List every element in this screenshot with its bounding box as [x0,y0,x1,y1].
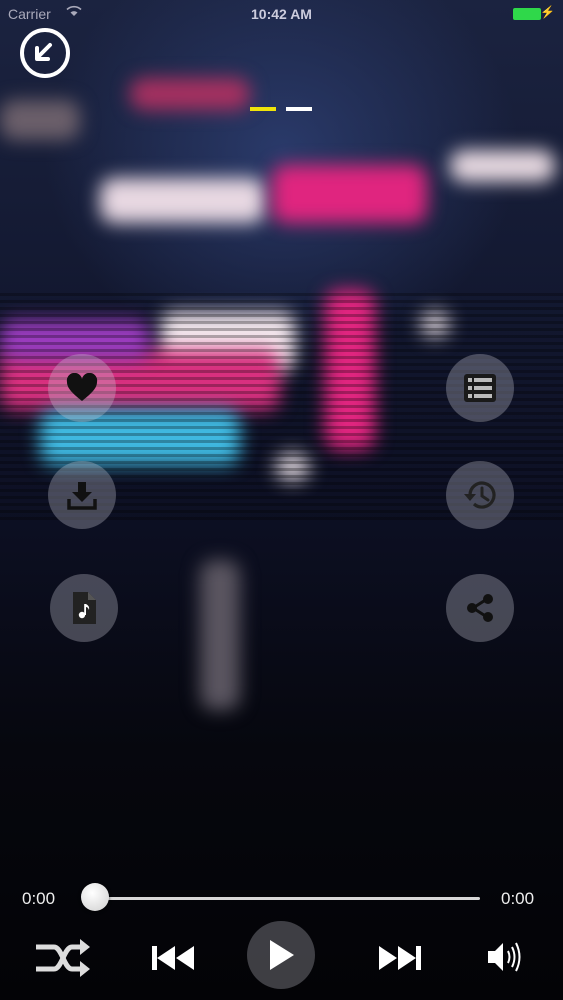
history-icon [464,481,496,509]
play-button[interactable] [247,921,315,989]
previous-track-icon [152,946,194,970]
shuffle-button[interactable] [30,935,94,981]
history-button[interactable] [446,461,514,529]
share-icon [467,594,493,622]
progress-thumb[interactable] [81,883,109,911]
page-indicator [250,107,312,111]
volume-icon [488,942,521,972]
duration-time: 0:00 [501,889,535,908]
playlist-button[interactable] [446,354,514,422]
audio-file-button[interactable] [50,574,118,642]
minimize-icon [35,43,52,61]
volume-button[interactable] [482,934,528,980]
download-icon [67,482,97,510]
share-button[interactable] [446,574,514,642]
elapsed-time: 0:00 [22,889,56,908]
page-dot-active[interactable] [250,107,276,111]
page-dot[interactable] [286,107,312,111]
music-file-icon [73,592,96,624]
next-track-icon [379,946,421,970]
charging-icon: ⚡ [540,5,555,19]
list-icon [464,374,496,402]
favorite-button[interactable] [48,354,116,422]
previous-track-button[interactable] [145,938,201,978]
download-button[interactable] [48,461,116,529]
heart-icon [66,373,98,401]
status-bar: Carrier 10:42 AM ⚡ [0,0,563,30]
next-track-button[interactable] [372,938,428,978]
play-icon [270,940,294,970]
battery-icon [513,8,541,20]
minimize-button[interactable] [20,28,70,78]
progress-track[interactable] [94,897,480,900]
status-time: 10:42 AM [251,6,312,22]
shuffle-icon [36,939,90,977]
